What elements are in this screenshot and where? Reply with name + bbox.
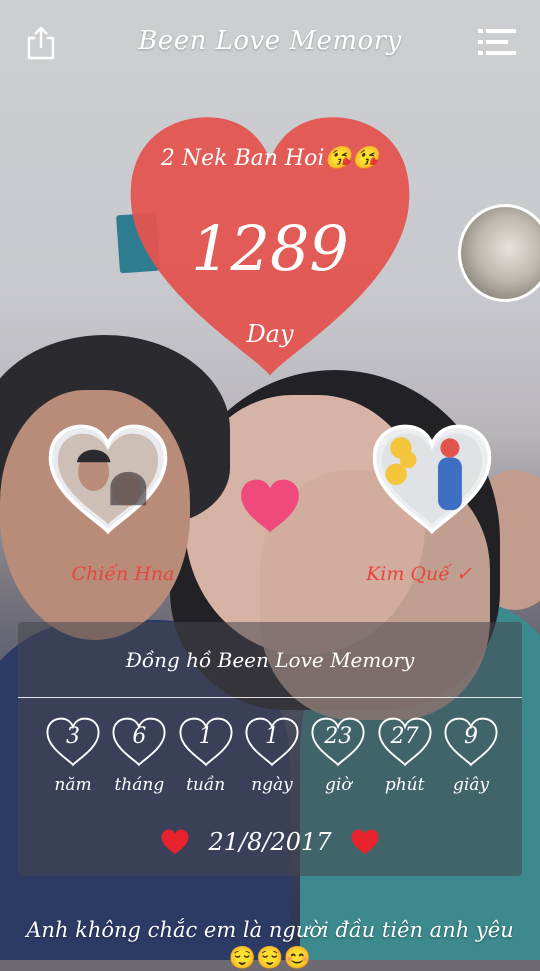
clock-panel: Đồng hồ Been Love Memory 3 năm 6 tháng 1… [18, 622, 522, 876]
unit-days: 1 ngày [243, 717, 301, 807]
day-unit-label: Day [246, 320, 294, 348]
unit-seconds-value: 9 [463, 724, 478, 749]
time-units: 3 năm 6 tháng 1 tuần 1 ngày 23 giờ 27 ph… [44, 717, 500, 807]
start-date: 21/8/2017 [208, 827, 332, 856]
unit-seconds: 9 giây [442, 717, 500, 807]
love-caption: Anh không chắc em là người đầu tiên anh … [26, 918, 514, 942]
unit-weeks: 1 tuần [177, 717, 235, 807]
unit-years: 3 năm [44, 717, 102, 807]
unit-minutes-value: 27 [390, 724, 419, 749]
couple-name[interactable]: 2 Nek Ban Hoi😘😘 [0, 146, 540, 171]
unit-hours: 23 giờ [309, 717, 367, 807]
unit-minutes-label: phút [384, 775, 425, 795]
top-bar: Been Love Memory [0, 0, 540, 92]
red-heart-icon [161, 829, 189, 854]
caption-emoji: 😌😌😊 [228, 946, 312, 971]
avatar-left-heart-icon [48, 424, 168, 535]
unit-hours-label: giờ [325, 775, 352, 795]
avatar-right-heart-icon [372, 424, 492, 535]
menu-list-icon [478, 29, 516, 55]
unit-months: 6 tháng [110, 717, 168, 807]
clock-divider [18, 697, 522, 698]
red-heart-icon [351, 829, 379, 854]
name-right[interactable]: Kim Quế ✓ [344, 563, 494, 585]
start-date-row[interactable]: 21/8/2017 [18, 826, 522, 856]
unit-months-label: tháng [114, 775, 165, 795]
unit-months-value: 6 [132, 724, 147, 749]
avatar-right[interactable] [372, 424, 492, 535]
unit-days-label: ngày [251, 775, 293, 795]
unit-minutes: 27 phút [376, 717, 434, 807]
unit-years-label: năm [54, 775, 92, 795]
unit-seconds-label: giây [452, 775, 489, 795]
avatar-left[interactable] [48, 424, 168, 535]
name-left[interactable]: Chiến Hna [48, 563, 198, 585]
unit-hours-value: 23 [324, 724, 353, 749]
unit-weeks-value: 1 [198, 724, 213, 749]
unit-weeks-label: tuần [186, 775, 226, 795]
unit-days-value: 1 [264, 724, 279, 749]
menu-button[interactable] [478, 28, 516, 56]
unit-years-value: 3 [66, 724, 80, 749]
center-pink-heart[interactable] [240, 478, 300, 534]
pink-heart-icon [241, 479, 299, 533]
clock-title: Đồng hồ Been Love Memory [125, 648, 415, 672]
app-title: Been Love Memory [138, 26, 402, 56]
